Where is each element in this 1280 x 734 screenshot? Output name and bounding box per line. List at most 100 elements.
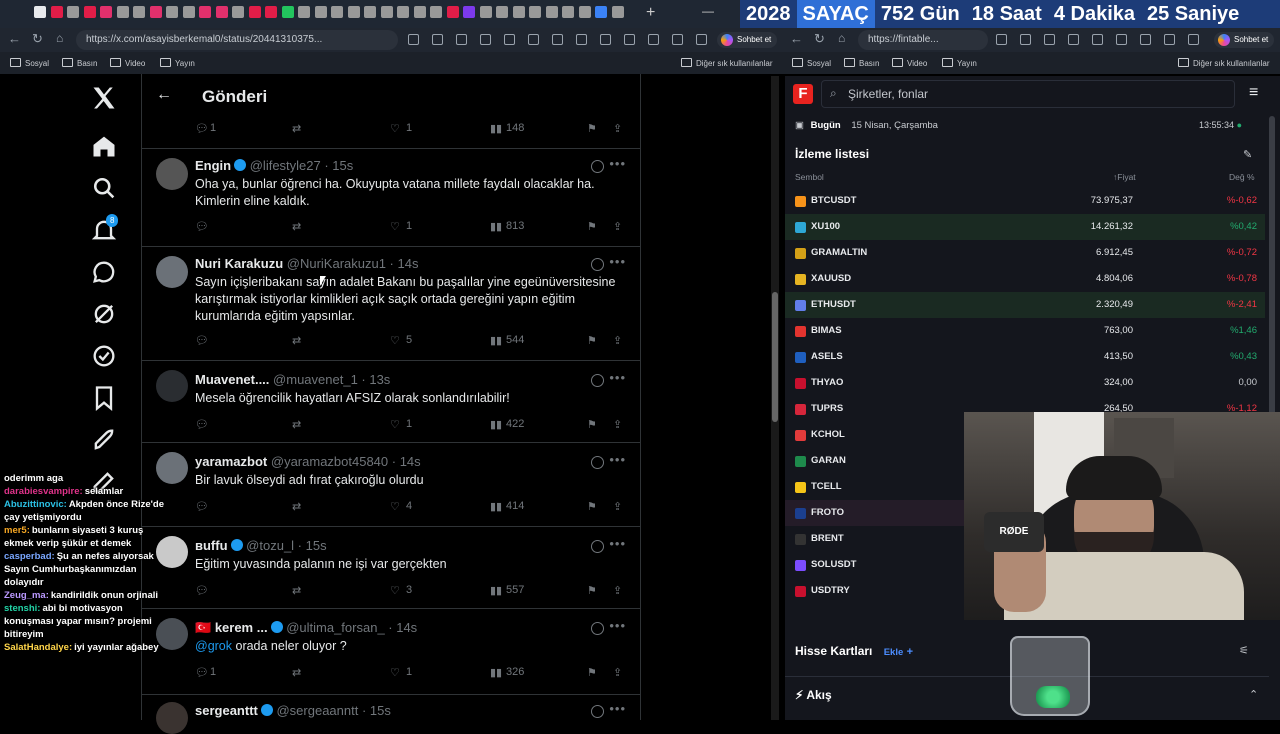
filter-icon[interactable]: ⚟ (1239, 644, 1249, 657)
reply-icon[interactable]: 💬︎ (195, 418, 209, 431)
reload-icon[interactable]: ↻ (32, 31, 43, 47)
plus-icon[interactable]: + (907, 646, 913, 658)
browser-tab[interactable] (413, 6, 426, 18)
reply-icon[interactable]: 💬︎ (195, 500, 209, 513)
browser-tab[interactable] (248, 6, 261, 18)
like-icon[interactable]: ♡ (390, 122, 400, 135)
extension-icon[interactable] (456, 34, 467, 45)
back-arrow-icon[interactable]: ← (156, 86, 172, 104)
bookmark-icon[interactable]: ⚑ (587, 500, 597, 513)
extension-icon[interactable] (624, 34, 635, 45)
bookmark-icon[interactable]: ⚑ (587, 122, 597, 135)
reply-icon[interactable]: 💬︎ (195, 666, 209, 679)
browser-tab[interactable] (215, 6, 228, 18)
extension-icon[interactable] (1044, 34, 1055, 45)
watchlist-row[interactable]: XU100 14.261,32 %0,42 (785, 214, 1265, 240)
browser-tab[interactable] (595, 6, 607, 18)
more-icon[interactable]: ••• (609, 254, 626, 269)
bookmark-icon[interactable]: ⚑ (587, 666, 597, 679)
tweet-author[interactable]: Nuri Karakuzu @NuriKarakuzu1 · 14s (195, 256, 418, 271)
bookmark-video[interactable]: Video (892, 58, 927, 68)
avatar[interactable] (156, 702, 188, 734)
extension-icon[interactable] (996, 34, 1007, 45)
extension-icon[interactable] (432, 34, 443, 45)
extension-icon[interactable] (648, 34, 659, 45)
browser-tab[interactable] (496, 6, 508, 18)
retweet-icon[interactable]: ⇄ (292, 500, 301, 513)
extension-icon[interactable] (1188, 34, 1199, 45)
tweet[interactable]: Muavenet.... @muavenet_1 · 13s ••• Mesel… (142, 360, 640, 443)
bookmark-other[interactable]: Diğer sık kullanılanlar (681, 58, 772, 68)
new-tab-icon[interactable]: + (646, 4, 655, 22)
collapse-icon[interactable]: ⌃ (1249, 688, 1258, 701)
tweet[interactable]: sergeanttt @sergeaanntt · 15s ••• (142, 694, 640, 734)
browser-tab[interactable] (347, 6, 360, 18)
more-icon[interactable]: ••• (609, 452, 626, 467)
like-icon[interactable]: ♡ (390, 584, 400, 597)
tweet-author[interactable]: ʙuffu @tozu_l · 15s (195, 538, 327, 553)
right-chat-button[interactable]: Sohbet et (1214, 32, 1275, 48)
watchlist-row[interactable]: XAUUSD 4.804,06 %-0,78 (785, 266, 1265, 292)
verified-orgs-icon[interactable] (90, 342, 118, 370)
extension-icon[interactable] (528, 34, 539, 45)
back-icon[interactable]: ← (790, 31, 803, 46)
grok-explain-icon[interactable] (591, 622, 604, 635)
browser-tab[interactable] (380, 6, 393, 18)
extension-icon[interactable] (1140, 34, 1151, 45)
back-icon[interactable]: ← (8, 31, 21, 46)
retweet-icon[interactable]: ⇄ (292, 122, 301, 135)
watchlist-row[interactable]: BIMAS 763,00 %1,46 (785, 318, 1265, 344)
share-icon[interactable]: ⇪ (613, 220, 622, 233)
tweet-author[interactable]: Muavenet.... @muavenet_1 · 13s (195, 372, 390, 387)
extension-icon[interactable] (408, 34, 419, 45)
retweet-icon[interactable]: ⇄ (292, 666, 301, 679)
grok-explain-icon[interactable] (591, 160, 604, 173)
col-symbol[interactable]: Sembol (795, 172, 824, 182)
browser-tab[interactable] (50, 6, 63, 18)
explore-icon[interactable] (90, 174, 118, 202)
bookmarks-icon[interactable] (90, 384, 118, 412)
retweet-icon[interactable]: ⇄ (292, 418, 301, 431)
retweet-icon[interactable]: ⇄ (292, 584, 301, 597)
extension-icon[interactable] (600, 34, 611, 45)
retweet-icon[interactable]: ⇄ (292, 220, 301, 233)
tweet-author[interactable]: 🇹🇷︎ kerem ... @ultima_forsan_ · 14s (195, 620, 417, 636)
share-icon[interactable]: ⇪ (613, 584, 622, 597)
extension-icon[interactable] (552, 34, 563, 45)
reload-icon[interactable]: ↻ (814, 31, 825, 47)
browser-tab[interactable] (166, 6, 178, 18)
bookmark-icon[interactable]: ⚑ (587, 220, 597, 233)
extension-icon[interactable] (480, 34, 491, 45)
browser-tab[interactable] (512, 6, 525, 18)
left-chat-button[interactable]: Sohbet et (717, 32, 778, 48)
tweet[interactable]: Nuri Karakuzu @NuriKarakuzu1 · 14s ••• S… (142, 246, 640, 361)
flow-header[interactable]: ⚡︎ Akış (795, 688, 832, 702)
browser-tab[interactable] (529, 6, 541, 18)
scrollbar-track[interactable] (771, 76, 779, 720)
extension-icon[interactable] (504, 34, 515, 45)
browser-tab[interactable] (331, 6, 343, 18)
fintable-logo[interactable]: F (793, 84, 813, 104)
extension-icon[interactable] (672, 34, 683, 45)
browser-tab[interactable] (298, 6, 310, 18)
home-nav-icon[interactable] (90, 132, 118, 160)
browser-tab[interactable] (463, 6, 475, 18)
bookmark-video[interactable]: Video (110, 58, 145, 68)
extension-icon[interactable] (1092, 34, 1103, 45)
watchlist-row[interactable]: GRAMALTIN 6.912,45 %-0,72 (785, 240, 1265, 266)
reply-icon[interactable]: 💬︎ (195, 220, 209, 233)
minimize-icon[interactable]: — (702, 4, 714, 18)
browser-tab[interactable] (446, 6, 459, 18)
browser-tab[interactable] (430, 6, 442, 18)
tweet[interactable]: 🇹🇷︎ kerem ... @ultima_forsan_ · 14s ••• … (142, 608, 640, 695)
more-icon[interactable]: ••• (609, 618, 626, 633)
bookmark-sosyal[interactable]: Sosyal (792, 58, 831, 68)
mention-link[interactable]: @grok (195, 639, 232, 653)
grok-icon[interactable] (90, 300, 118, 328)
home-icon[interactable]: ⌂ (838, 31, 845, 45)
browser-tab[interactable] (133, 6, 145, 18)
browser-tab[interactable] (265, 6, 277, 18)
edit-watchlist-icon[interactable]: ✎ (1243, 148, 1252, 161)
browser-tab[interactable] (578, 6, 591, 18)
like-icon[interactable]: ♡ (390, 334, 400, 347)
